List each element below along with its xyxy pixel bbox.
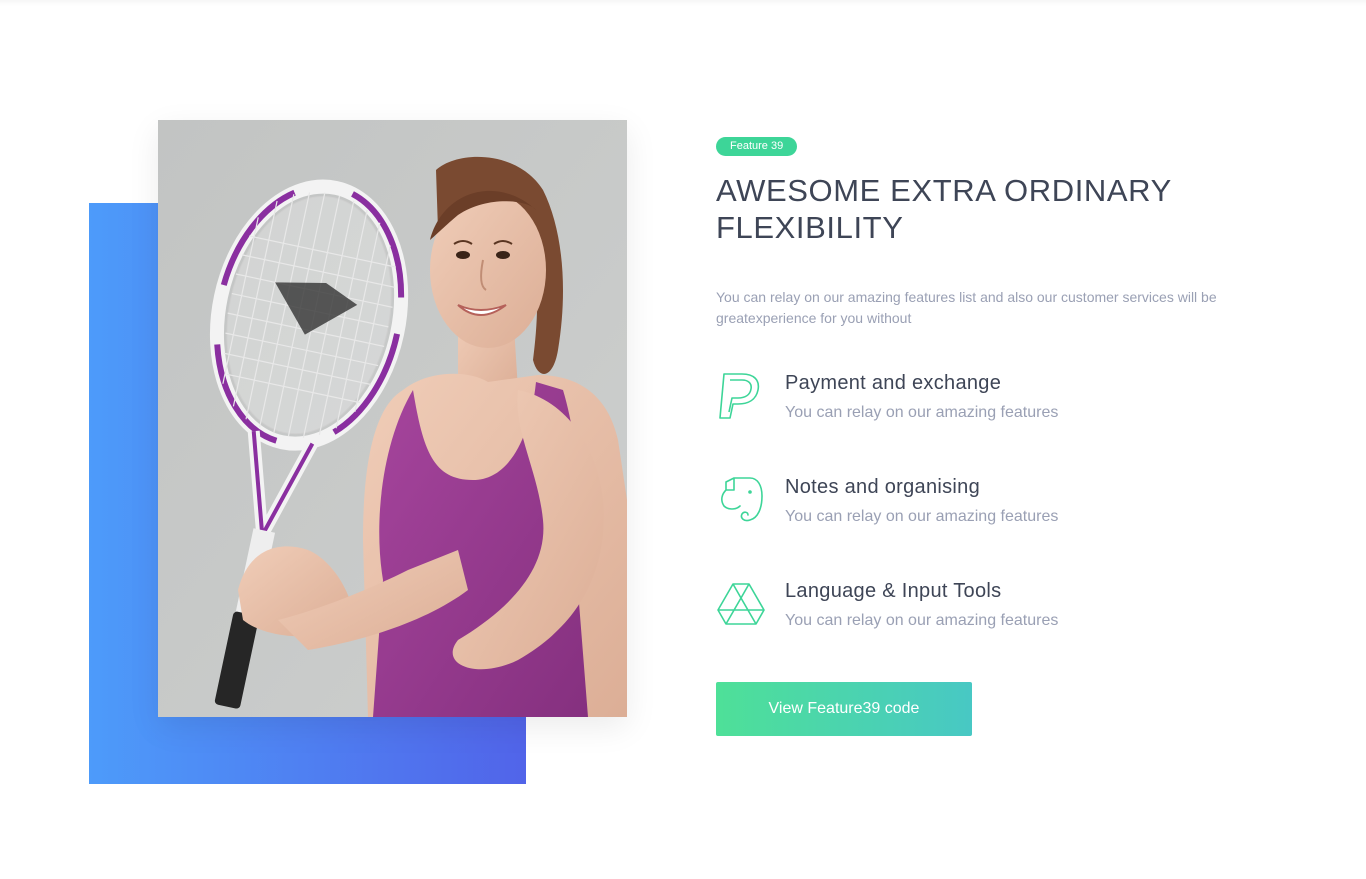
- feature-section: Feature 39 AWESOME EXTRA ORDINARY FLEXIB…: [0, 0, 1366, 879]
- feature-description: You can relay on our amazing features: [785, 404, 1059, 421]
- page-title: AWESOME EXTRA ORDINARY FLEXIBILITY: [716, 173, 1172, 245]
- feature-item-language: Language & Input Tools You can relay on …: [716, 578, 1236, 648]
- feature-title: Payment and exchange: [785, 372, 1002, 394]
- evernote-icon: [716, 474, 766, 524]
- paypal-icon: [716, 370, 766, 420]
- google-drive-icon: [716, 578, 766, 628]
- header-shadow: [0, 0, 1366, 6]
- view-code-button[interactable]: View Feature39 code: [716, 682, 972, 736]
- tennis-player-image: [158, 120, 627, 717]
- feature-title: Notes and organising: [785, 476, 981, 498]
- feature-badge: Feature 39: [716, 137, 798, 156]
- feature-item-notes: Notes and organising You can relay on ou…: [716, 474, 1236, 544]
- section-description: You can relay on our amazing features li…: [716, 289, 1217, 326]
- feature-photo: [158, 120, 627, 717]
- feature-item-payment: Payment and exchange You can relay on ou…: [716, 370, 1236, 440]
- feature-description: You can relay on our amazing features: [785, 508, 1059, 525]
- feature-description: You can relay on our amazing features: [785, 612, 1059, 629]
- feature-title: Language & Input Tools: [785, 580, 1002, 602]
